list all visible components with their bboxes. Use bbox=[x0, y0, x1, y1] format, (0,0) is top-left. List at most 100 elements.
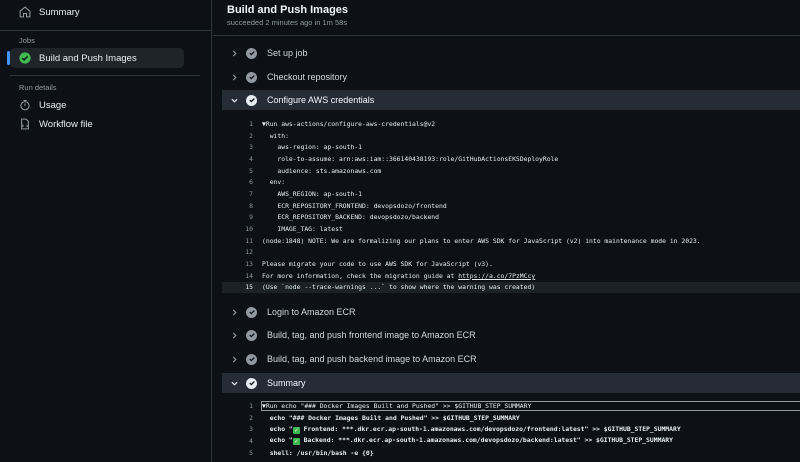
line-number: 2 bbox=[249, 413, 253, 422]
log-line[interactable]: 13 Please migrate your code to use AWS SD… bbox=[222, 258, 800, 270]
line-number: 6 bbox=[249, 178, 253, 187]
log-line[interactable]: 12 bbox=[222, 247, 800, 259]
log-text: echo " ✓ Frontend: ***.dkr.ecr.ap-south-1… bbox=[262, 425, 800, 434]
log-text: ▼Run echo "### Docker Images Built and P… bbox=[261, 400, 800, 411]
log-line[interactable]: 7 AWS_REGION: ap-south-1 bbox=[222, 188, 800, 200]
chevron-right-icon bbox=[229, 308, 239, 316]
log-text-suffix: Frontend: ***.dkr.ecr.ap-south-1.amazona… bbox=[299, 424, 681, 433]
summary-step-log: 1 ▼Run echo "### Docker Images Built and … bbox=[222, 400, 800, 458]
line-number: 10 bbox=[245, 225, 253, 234]
step-summary[interactable]: Summary bbox=[222, 373, 800, 393]
log-text: For more information, check the migratio… bbox=[262, 272, 800, 280]
line-number: 13 bbox=[245, 260, 253, 269]
step-build-frontend[interactable]: Build, tag, and push frontend image to A… bbox=[222, 325, 800, 345]
step-label: Set up job bbox=[267, 48, 308, 58]
chevron-right-icon bbox=[229, 331, 239, 339]
success-check-icon bbox=[246, 306, 257, 318]
log-line[interactable]: 10 IMAGE_TAG: latest bbox=[222, 223, 800, 235]
line-number: 2 bbox=[249, 131, 253, 140]
log-line[interactable]: 3 echo " ✓ Frontend: ***.dkr.ecr.ap-south… bbox=[222, 423, 800, 435]
log-text: ▼Run aws-actions/configure-aws-credentia… bbox=[262, 119, 436, 128]
log-text: aws-region: ap-south-1 bbox=[262, 143, 363, 152]
log-line[interactable]: 5 audience: sts.amazonaws.com bbox=[222, 165, 800, 177]
page-title: Build and Push Images bbox=[227, 4, 349, 16]
step-login-ecr[interactable]: Login to Amazon ECR bbox=[222, 302, 800, 322]
log-line[interactable]: 9 ECR_REPOSITORY_BACKEND: devopsdozo/bac… bbox=[222, 212, 800, 224]
log-line[interactable]: 1 ▼Run echo "### Docker Images Built and … bbox=[222, 400, 800, 412]
line-number: 8 bbox=[249, 201, 253, 210]
log-line[interactable]: 14 For more information, check the migrat… bbox=[222, 270, 800, 282]
log-text: echo "### Docker Images Built and Pushed… bbox=[262, 413, 520, 422]
log-line[interactable]: 15 (Use `node --trace-warnings ...` to sh… bbox=[222, 281, 800, 294]
jobs-heading: Jobs bbox=[19, 36, 35, 45]
line-number: 4 bbox=[249, 154, 253, 163]
migration-guide-link[interactable]: https://a.co/7PzMCcy bbox=[458, 272, 535, 280]
line-number: 5 bbox=[249, 448, 253, 457]
log-line[interactable]: 1 ▼Run aws-actions/configure-aws-credenti… bbox=[222, 118, 800, 130]
check-mark-emoji-icon: ✓ bbox=[292, 426, 300, 434]
step-label: Build, tag, and push backend image to Am… bbox=[267, 354, 477, 364]
success-check-icon bbox=[246, 71, 257, 83]
sidebar-item-usage[interactable]: Usage bbox=[10, 95, 184, 115]
chevron-down-icon bbox=[229, 97, 239, 104]
sidebar-item-label: Summary bbox=[39, 6, 80, 18]
divider bbox=[10, 75, 200, 76]
success-check-icon bbox=[246, 353, 257, 365]
step-setup[interactable]: Set up job bbox=[222, 43, 800, 63]
line-number: 11 bbox=[245, 236, 253, 245]
step-build-backend[interactable]: Build, tag, and push backend image to Am… bbox=[222, 349, 800, 369]
log-line[interactable]: 3 aws-region: ap-south-1 bbox=[222, 141, 800, 153]
sidebar-item-label: Workflow file bbox=[39, 118, 93, 130]
sidebar-item-job[interactable]: Build and Push Images bbox=[7, 48, 184, 68]
step-label: Login to Amazon ECR bbox=[267, 307, 356, 317]
line-number: 3 bbox=[249, 425, 253, 434]
success-check-icon bbox=[246, 377, 257, 389]
log-text: Please migrate your code to use AWS SDK … bbox=[262, 260, 493, 269]
log-line[interactable]: 4 echo " ✓ Backend: ***.dkr.ecr.ap-south-… bbox=[222, 435, 800, 447]
log-line[interactable]: 11 (node:1848) NOTE: We are formalizing o… bbox=[222, 235, 800, 247]
sidebar-item-summary[interactable]: Summary bbox=[10, 2, 184, 22]
job-header: Build and Push Images succeeded 2 minute… bbox=[213, 0, 800, 36]
success-check-icon bbox=[246, 47, 257, 59]
log-text-suffix: Backend: ***.dkr.ecr.ap-south-1.amazonaw… bbox=[299, 436, 673, 445]
success-check-icon bbox=[246, 329, 257, 341]
line-number: 1 bbox=[249, 119, 253, 128]
log-text: role-to-assume: arn:aws:iam::36614043819… bbox=[262, 154, 559, 163]
chevron-right-icon bbox=[229, 49, 239, 57]
log-text-prefix: For more information, check the migratio… bbox=[262, 271, 459, 280]
log-text: echo " ✓ Backend: ***.dkr.ecr.ap-south-1.… bbox=[262, 436, 800, 446]
stopwatch-icon bbox=[18, 98, 32, 112]
step-checkout[interactable]: Checkout repository bbox=[222, 67, 800, 87]
sidebar: Summary Jobs Build and Push Images Run d… bbox=[0, 0, 212, 462]
log-line[interactable]: 2 with: bbox=[222, 130, 800, 142]
log-text: with: bbox=[262, 131, 289, 140]
line-number: 14 bbox=[245, 271, 253, 280]
log-text-prefix: echo " bbox=[262, 436, 293, 445]
home-icon bbox=[18, 5, 32, 19]
check-mark-emoji-icon: ✓ bbox=[292, 438, 300, 446]
log-line[interactable]: 8 ECR_REPOSITORY_FRONTEND: devopsdozo/fr… bbox=[222, 200, 800, 212]
job-log-panel: Build and Push Images succeeded 2 minute… bbox=[213, 0, 800, 462]
line-number: 15 bbox=[245, 283, 253, 292]
log-line[interactable]: 6 env: bbox=[222, 176, 800, 188]
log-line[interactable]: 2 echo "### Docker Images Built and Push… bbox=[222, 412, 800, 424]
line-number: 3 bbox=[249, 143, 253, 152]
log-text: IMAGE_TAG: latest bbox=[262, 225, 343, 234]
divider bbox=[0, 30, 212, 31]
sidebar-item-label: Usage bbox=[39, 99, 67, 111]
step-configure-aws[interactable]: Configure AWS credentials bbox=[222, 90, 800, 110]
line-number: 1 bbox=[249, 401, 253, 410]
line-number: 7 bbox=[249, 189, 253, 198]
log-text: ECR_REPOSITORY_FRONTEND: devopsdozo/fron… bbox=[262, 201, 447, 210]
log-text: shell: /usr/bin/bash -e {0} bbox=[262, 448, 374, 457]
log-line[interactable]: 5 shell: /usr/bin/bash -e {0} bbox=[222, 447, 800, 459]
log-text-prefix: echo " bbox=[262, 424, 293, 433]
sidebar-item-workflow-file[interactable]: Workflow file bbox=[10, 114, 184, 134]
log-text: audience: sts.amazonaws.com bbox=[262, 166, 382, 175]
log-text: (Use `node --trace-warnings ...` to show… bbox=[262, 283, 536, 292]
chevron-right-icon bbox=[229, 73, 239, 81]
log-line[interactable]: 4 role-to-assume: arn:aws:iam::366140438… bbox=[222, 153, 800, 165]
aws-step-log: 1 ▼Run aws-actions/configure-aws-credenti… bbox=[222, 118, 800, 294]
line-number: 12 bbox=[245, 248, 253, 257]
line-number: 5 bbox=[249, 166, 253, 175]
